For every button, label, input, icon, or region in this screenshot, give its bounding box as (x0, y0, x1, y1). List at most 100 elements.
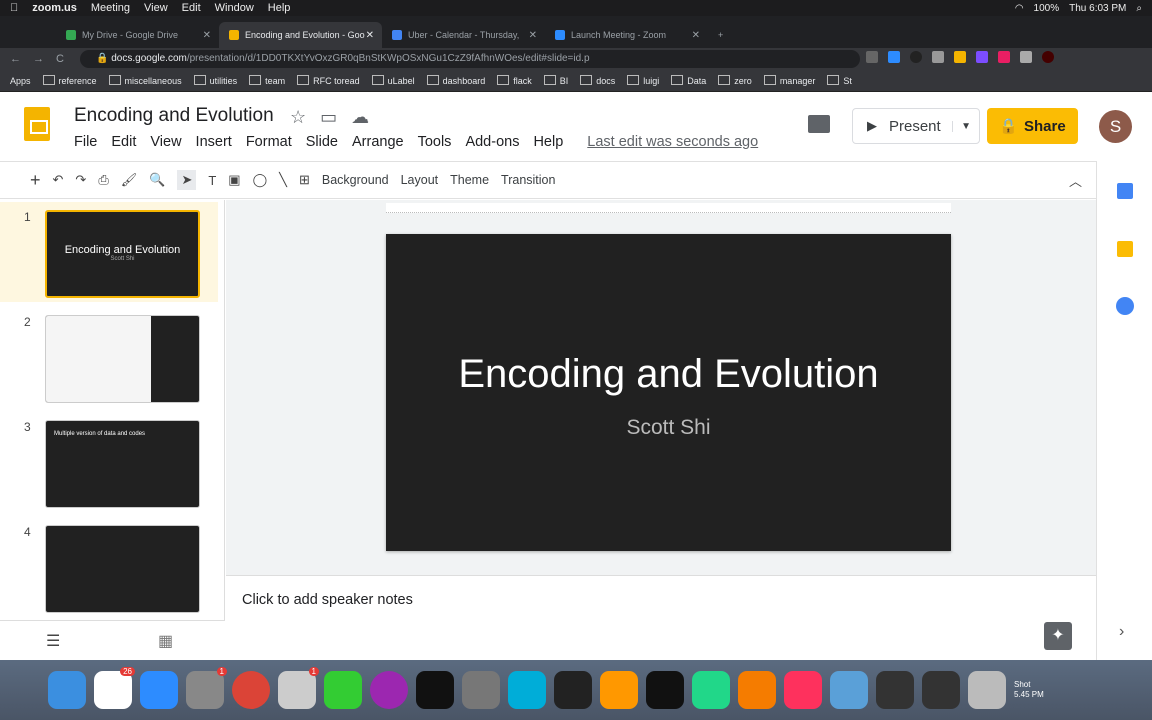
bookmark[interactable]: manager (764, 75, 816, 86)
zoom-icon[interactable]: 🔍 (149, 172, 165, 188)
screenshot-thumbnail[interactable]: Shot 5.45 PM (1014, 680, 1044, 700)
menu-view[interactable]: View (144, 2, 168, 14)
vlc-icon[interactable] (738, 671, 776, 709)
extension-icon[interactable] (866, 51, 878, 63)
new-slide-icon[interactable]: + (30, 170, 41, 191)
keep-icon[interactable] (1117, 241, 1133, 257)
cloud-icon[interactable]: ☁ (351, 107, 369, 128)
bookmark[interactable]: flack (497, 75, 532, 86)
line-icon[interactable]: ╲ (279, 172, 287, 188)
explore-icon[interactable]: ✦ (1044, 622, 1072, 650)
reload-icon[interactable]: C (56, 53, 64, 65)
back-icon[interactable]: ← (10, 53, 21, 65)
menu-insert[interactable]: Insert (196, 134, 232, 150)
tab-my-drive[interactable]: My Drive - Google Drive ✕ (56, 22, 219, 48)
close-icon[interactable]: ✕ (203, 30, 211, 41)
puzzle-icon[interactable] (1020, 51, 1032, 63)
finder-icon[interactable] (48, 671, 86, 709)
extension-icon[interactable] (932, 51, 944, 63)
url-input[interactable]: 🔒 docs.google.com/presentation/d/1DD0TKX… (80, 50, 860, 68)
textbox-icon[interactable]: T (208, 173, 216, 188)
collapse-chevron-icon[interactable]: ︿ (1069, 171, 1082, 190)
bookmark[interactable]: reference (43, 75, 97, 86)
tab-calendar[interactable]: Uber - Calendar - Thursday, ✕ (382, 22, 545, 48)
tab-zoom[interactable]: Launch Meeting - Zoom ✕ (545, 22, 708, 48)
search-icon[interactable]: ⌕ (1136, 3, 1142, 14)
menu-tools[interactable]: Tools (418, 134, 452, 150)
window-icon[interactable] (922, 671, 960, 709)
tab-encoding[interactable]: Encoding and Evolution - Goo ✕ (219, 22, 382, 48)
extension-icon[interactable] (998, 51, 1010, 63)
bookmark[interactable]: zero (718, 75, 752, 86)
present-dropdown-icon[interactable]: ▼ (952, 120, 979, 132)
slack-icon[interactable]: 26 (94, 667, 135, 709)
menu-slide[interactable]: Slide (306, 134, 338, 150)
extension-icon[interactable] (976, 51, 988, 63)
menu-meeting[interactable]: Meeting (91, 2, 130, 14)
bookmark[interactable]: luigi (627, 75, 659, 86)
bookmark[interactable]: St (827, 75, 852, 86)
select-icon[interactable]: ➤ (177, 170, 197, 190)
bookmark[interactable]: RFC toread (297, 75, 360, 86)
slide-title[interactable]: Encoding and Evolution (386, 352, 951, 397)
background-button[interactable]: Background (322, 173, 389, 187)
forward-icon[interactable]: → (33, 53, 44, 65)
menu-arrange[interactable]: Arrange (352, 134, 404, 150)
print-icon[interactable]: ⎙ (98, 172, 108, 188)
slide-thumbnail[interactable]: 1 Encoding and Evolution Scott Shi (0, 202, 218, 302)
activity-monitor-icon[interactable] (554, 671, 592, 709)
profile-icon[interactable] (1042, 51, 1054, 63)
comments-icon[interactable] (808, 115, 830, 133)
bookmark[interactable]: Data (671, 75, 706, 86)
menu-view[interactable]: View (150, 134, 181, 150)
trash-icon[interactable] (968, 671, 1006, 709)
image-icon[interactable]: ▣ (228, 172, 240, 188)
intellij-icon[interactable] (784, 671, 822, 709)
slide-thumbnail[interactable]: 2 (0, 307, 218, 407)
app-icon[interactable]: 1 (278, 667, 319, 709)
document-title[interactable]: Encoding and Evolution (74, 105, 274, 127)
shape-icon[interactable]: ◯ (253, 172, 268, 188)
menu-edit[interactable]: Edit (182, 2, 201, 14)
pycharm-icon[interactable] (692, 671, 730, 709)
avatar[interactable]: S (1099, 110, 1132, 143)
bookmark[interactable]: BI (544, 75, 569, 86)
close-icon[interactable]: ✕ (366, 30, 374, 41)
help-icon[interactable] (462, 671, 500, 709)
menu-help[interactable]: Help (533, 134, 563, 150)
bookmark[interactable]: docs (580, 75, 615, 86)
menu-app-name[interactable]: zoom.us (32, 2, 77, 14)
bookmark[interactable]: team (249, 75, 285, 86)
menu-format[interactable]: Format (246, 134, 292, 150)
app-icon[interactable] (324, 671, 362, 709)
transition-button[interactable]: Transition (501, 173, 555, 187)
battery-text[interactable]: 100% (1034, 3, 1060, 14)
wifi-icon[interactable]: ◠ (1015, 3, 1024, 14)
speaker-notes[interactable]: Click to add speaker notes ✦ (226, 575, 1096, 660)
share-button[interactable]: 🔒 Share (987, 108, 1078, 144)
paint-format-icon[interactable]: 🖌 (121, 172, 138, 188)
menu-edit[interactable]: Edit (111, 134, 136, 150)
slides-logo-icon[interactable] (24, 107, 50, 141)
folder-icon[interactable] (830, 671, 868, 709)
settings-icon[interactable]: 1 (186, 667, 227, 709)
podcasts-icon[interactable] (370, 671, 408, 709)
extension-icon[interactable] (888, 51, 900, 63)
undo-icon[interactable]: ↶ (53, 172, 64, 188)
menu-addons[interactable]: Add-ons (465, 134, 519, 150)
tv-icon[interactable] (416, 671, 454, 709)
apple-icon[interactable]:  (10, 2, 18, 14)
redo-icon[interactable]: ↷ (75, 172, 86, 188)
bookmark[interactable]: utilities (194, 75, 238, 86)
clock[interactable]: Thu 6:03 PM (1069, 3, 1126, 14)
close-icon[interactable]: ✕ (692, 30, 700, 41)
extension-icon[interactable] (954, 51, 966, 63)
chrome-icon[interactable] (232, 671, 270, 709)
menu-help[interactable]: Help (268, 2, 291, 14)
filmstrip-view-icon[interactable]: ☰ (46, 631, 60, 651)
terminal-icon[interactable] (646, 671, 684, 709)
slide-thumbnail[interactable]: 3 Multiple version of data and codes (0, 412, 218, 512)
window-icon[interactable] (876, 671, 914, 709)
layout-button[interactable]: Layout (401, 173, 439, 187)
extension-icon[interactable] (910, 51, 922, 63)
